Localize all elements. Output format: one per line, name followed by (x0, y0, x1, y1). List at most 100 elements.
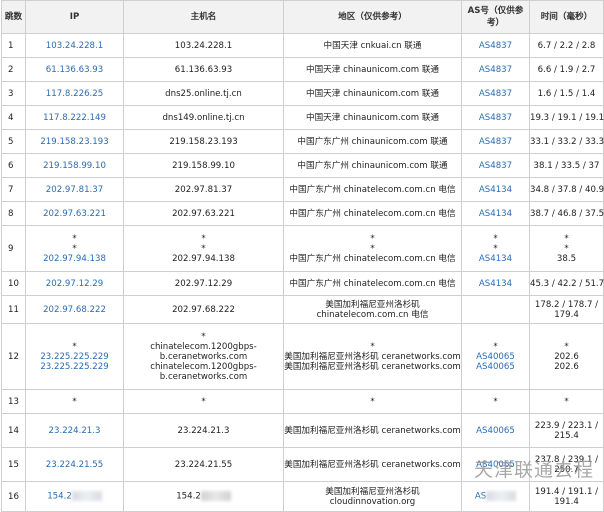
as-link[interactable]: AS40065 (462, 362, 529, 372)
table-row: 12 * 23.225.225.229 23.225.225.229 * chinatel… (1, 323, 604, 390)
hop-number: 2 (8, 64, 14, 75)
host-text: * (201, 331, 206, 342)
region-cell: 中国广东广州 chinatelecom.com.cn 电信 (283, 177, 462, 202)
ip-link[interactable]: 61.136.63.93 (26, 65, 123, 75)
region-cell: 中国天津 cnkuai.cn 联通 (283, 33, 462, 58)
ip-link[interactable]: 117.8.226.25 (26, 89, 123, 99)
as-link[interactable]: AS40065 (462, 352, 529, 362)
as-cell: AS40065 (461, 413, 530, 448)
host-cell: 219.158.23.193 (123, 129, 284, 154)
hop-cell: 11 (1, 295, 26, 324)
region-text: 中国天津 chinaunicom.com 联通 (305, 112, 440, 123)
table-body: 1 103.24.228.1 103.24.228.1 中国天津 cnkuai.cn … (1, 33, 604, 512)
ip-link[interactable]: 202.97.81.37 (26, 185, 123, 195)
region-text: 美国加利福尼亚州洛杉矶 ceranetworks.com (284, 459, 461, 470)
as-link[interactable]: AS40065 (462, 426, 529, 436)
time-text: 6.7 / 2.2 / 2.8 (537, 40, 596, 51)
ip-cell: 154.2 (25, 481, 124, 512)
ip-cell: * 23.225.225.229 23.225.225.229 (25, 323, 124, 390)
as-link[interactable]: AS4837 (462, 41, 529, 51)
col-header-hop: 跳数 (1, 0, 26, 34)
host-text: 202.97.81.37 (174, 184, 233, 195)
table-row: 2 61.136.63.93 61.136.63.93 中国天津 chinaunico… (1, 57, 604, 82)
ip-link[interactable]: 23.225.225.229 (26, 362, 123, 372)
as-link[interactable]: AS4134 (462, 279, 529, 289)
time-cell: 38.1 / 33.5 / 37 (529, 153, 604, 178)
host-cell: 103.24.228.1 (123, 33, 284, 58)
region-text: 中国广东广州 chinaunicom.com 联通 (297, 136, 448, 147)
as-link[interactable]: AS4134 (462, 209, 529, 219)
as-link[interactable]: AS4837 (462, 89, 529, 99)
ip-cell: * * 202.97.94.138 (25, 225, 124, 272)
time-cell: 19.3 / 19.1 / 19.1 (529, 105, 604, 130)
region-text: 美国加利福尼亚州洛杉矶 ceranetworks.com (284, 361, 461, 372)
ip-link[interactable]: 219.158.99.10 (26, 161, 123, 171)
ip-link[interactable]: 23.224.21.55 (26, 460, 123, 470)
time-text: * (564, 396, 569, 407)
hop-cell: 6 (1, 153, 26, 178)
region-text: 美国加利福尼亚州洛杉矶 (325, 299, 420, 310)
ip-link[interactable]: 117.8.222.149 (26, 113, 123, 123)
ip-link[interactable]: 202.97.63.221 (26, 209, 123, 219)
ip-link[interactable]: 23.225.225.229 (26, 352, 123, 362)
ip-cell: 117.8.222.149 (25, 105, 124, 130)
time-text: 202.6 (554, 351, 579, 362)
ip-link[interactable]: 103.24.228.1 (26, 41, 123, 51)
ip-link[interactable]: 154.2 (47, 492, 72, 502)
region-text: cloudinnovation.org (329, 496, 416, 507)
hop-cell: 4 (1, 105, 26, 130)
host-cell: 202.97.12.29 (123, 271, 284, 296)
region-cell: 中国天津 chinaunicom.com 联通 (283, 105, 462, 130)
host-text: chinatelecom.1200gbps- (150, 361, 257, 372)
hop-number: 9 (8, 243, 14, 254)
host-text: 61.136.63.93 (174, 64, 233, 75)
time-cell: 223.9 / 223.1 /215.4 (529, 413, 604, 448)
as-cell: * * AS4134 (461, 225, 530, 272)
hop-number: 11 (8, 304, 19, 315)
as-link[interactable]: AS4837 (462, 65, 529, 75)
as-link[interactable]: AS4837 (462, 113, 529, 123)
hop-number: 13 (8, 396, 19, 407)
time-text: 179.4 (554, 309, 579, 320)
hop-number: 15 (8, 459, 19, 470)
host-text: 23.224.21.55 (174, 459, 233, 470)
as-link[interactable]: AS4134 (462, 185, 529, 195)
time-cell: 191.4 / 191.1 /191.4 (529, 481, 604, 512)
region-cell: * * 中国广东广州 chinatelecom.com.cn 电信 (283, 225, 462, 272)
table-header-row: 跳数 IP 主机名 地区（仅供参考） AS号（仅供参考） 时间（毫秒） (1, 0, 604, 34)
table-row: 13 * * * * * (1, 389, 604, 414)
ip-link[interactable]: 23.224.21.3 (26, 426, 123, 436)
ip-cell: 219.158.99.10 (25, 153, 124, 178)
as-cell (461, 295, 530, 324)
region-text: * (370, 341, 375, 352)
host-text: * (201, 396, 206, 407)
table-row: 5 219.158.23.193 219.158.23.193 中国广东广州 chin… (1, 129, 604, 154)
ip-link[interactable]: 202.97.12.29 (26, 279, 123, 289)
time-text: 19.3 / 19.1 / 19.1 (530, 112, 604, 123)
ip-link[interactable]: 219.158.23.193 (26, 137, 123, 147)
ip-cell: 103.24.228.1 (25, 33, 124, 58)
col-header-region: 地区（仅供参考） (283, 0, 462, 34)
as-link[interactable]: AS4837 (462, 161, 529, 171)
as-link[interactable]: AS (475, 492, 486, 502)
region-text: 中国广东广州 chinatelecom.com.cn 电信 (289, 253, 456, 264)
host-cell: 61.136.63.93 (123, 57, 284, 82)
time-text: 38.5 (556, 253, 577, 264)
table-row: 16 154.2 154.2 美国加利福尼亚州洛杉矶 cloudinnovation.o… (1, 481, 604, 512)
as-text: * (493, 243, 498, 254)
redacted-block (200, 491, 231, 502)
time-text: 191.4 (554, 496, 579, 507)
host-text: b.ceranetworks.com (159, 371, 248, 382)
table-row: 4 117.8.222.149 dns149.online.tj.cn 中国天津 ch… (1, 105, 604, 130)
region-cell: 美国加利福尼亚州洛杉矶 cloudinnovation.org (283, 481, 462, 512)
hop-cell: 12 (1, 323, 26, 390)
ip-link[interactable]: 202.97.94.138 (26, 254, 123, 264)
hop-number: 8 (8, 208, 14, 219)
host-text: 202.97.94.138 (172, 253, 235, 264)
ip-text: * (72, 341, 77, 352)
ip-link[interactable]: 202.97.68.222 (26, 305, 123, 315)
as-link[interactable]: AS4837 (462, 137, 529, 147)
as-link[interactable]: AS4134 (462, 254, 529, 264)
time-cell: * * 38.5 (529, 225, 604, 272)
host-cell: 202.97.68.222 (123, 295, 284, 324)
